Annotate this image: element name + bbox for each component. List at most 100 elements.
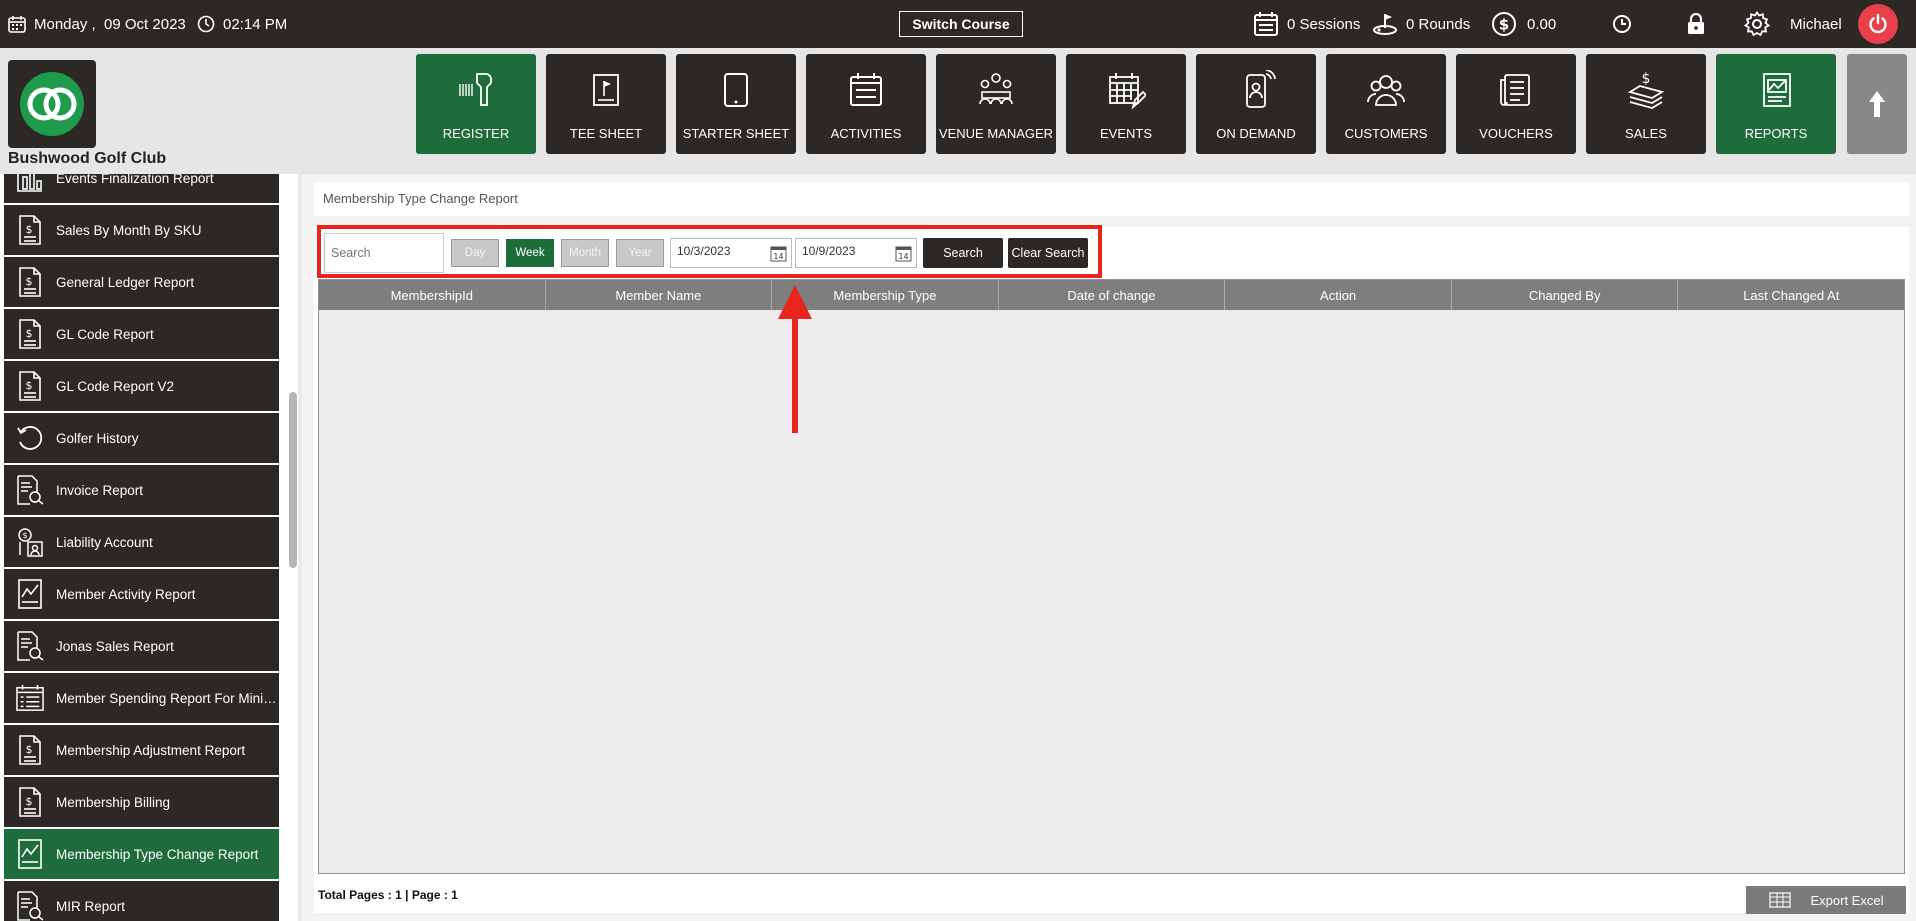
column-header-member-name[interactable]: Member Name xyxy=(546,280,773,310)
money-stack-icon: $ xyxy=(1626,70,1666,110)
sidebar-item-gl-code-report-v2[interactable]: $ GL Code Report V2 xyxy=(4,361,279,411)
nav-reports[interactable]: REPORTS xyxy=(1716,54,1836,154)
nav-label: CUSTOMERS xyxy=(1344,126,1428,141)
rounds-indicator[interactable]: 0 Rounds xyxy=(1372,0,1470,48)
balance-indicator[interactable]: $ 0.00 xyxy=(1491,0,1556,48)
svg-text:$: $ xyxy=(26,795,33,808)
users-icon xyxy=(1366,70,1406,110)
svg-text:$: $ xyxy=(26,223,33,236)
nav-label: ACTIVITIES xyxy=(830,126,902,141)
sidebar-item-label: Membership Type Change Report xyxy=(56,846,259,862)
column-header-date-of-change[interactable]: Date of change xyxy=(999,280,1226,310)
sidebar-item-membership-billing[interactable]: $ Membership Billing xyxy=(4,777,279,827)
svg-text:$: $ xyxy=(26,379,33,392)
invoice-search-icon xyxy=(16,475,44,505)
time-display: 02:14 PM xyxy=(197,0,287,48)
settings-button[interactable] xyxy=(1744,0,1778,48)
date-text: Monday , 09 Oct 2023 xyxy=(34,15,186,33)
nav-customers[interactable]: CUSTOMERS xyxy=(1326,54,1446,154)
top-bar: Monday , 09 Oct 2023 02:14 PM Switch Cou… xyxy=(0,0,1916,48)
dollar-doc-icon: $ xyxy=(16,371,44,401)
sessions-calendar-icon xyxy=(1254,12,1278,36)
column-header-changed-by[interactable]: Changed By xyxy=(1452,280,1679,310)
clock-icon xyxy=(197,15,215,33)
sidebar-item-sales-by-month-by-sku[interactable]: $ Sales By Month By SKU xyxy=(4,205,279,255)
user-name[interactable]: Michael xyxy=(1790,0,1842,48)
sessions-text: 0 Sessions xyxy=(1287,15,1361,33)
sessions-indicator[interactable]: 0 Sessions xyxy=(1253,0,1360,48)
nav-vouchers[interactable]: VOUCHERS xyxy=(1456,54,1576,154)
history-clock-button[interactable] xyxy=(1612,0,1640,48)
dollar-doc-icon: $ xyxy=(16,319,44,349)
report-title: Membership Type Change Report xyxy=(314,182,1909,216)
calendar-edit-icon xyxy=(1106,70,1146,110)
nav-activities[interactable]: ACTIVITIES xyxy=(806,54,926,154)
sidebar-item-member-spending-report-for-minim[interactable]: Member Spending Report For Minim... xyxy=(4,673,279,723)
nav-label: SALES xyxy=(1625,126,1667,141)
clock-icon xyxy=(1613,15,1631,33)
club-name: Bushwood Golf Club xyxy=(8,150,167,167)
sidebar-scroll-thumb[interactable] xyxy=(289,392,297,568)
scroll-up-button[interactable] xyxy=(1847,54,1907,154)
sidebar-item-membership-adjustment-report[interactable]: $ Membership Adjustment Report xyxy=(4,725,279,775)
sidebar-item-jonas-sales-report[interactable]: Jonas Sales Report xyxy=(4,621,279,671)
time-text: 02:14 PM xyxy=(223,15,288,33)
table-header: MembershipId Member Name Membership Type Da… xyxy=(319,280,1904,310)
golf-flag-icon xyxy=(1373,14,1397,35)
nav-events[interactable]: EVENTS xyxy=(1066,54,1186,154)
sidebar-item-member-activity-report[interactable]: Member Activity Report xyxy=(4,569,279,619)
export-excel-button[interactable]: Export Excel xyxy=(1746,886,1906,914)
dollar-doc-icon: $ xyxy=(16,215,44,245)
balance-text: 0.00 xyxy=(1527,15,1557,33)
column-header-membershipid[interactable]: MembershipId xyxy=(319,280,546,310)
nav-on-demand[interactable]: ON DEMAND xyxy=(1196,54,1316,154)
sidebar-item-membership-type-change-report[interactable]: Membership Type Change Report xyxy=(4,829,279,879)
nav-sales[interactable]: $ SALES xyxy=(1586,54,1706,154)
sidebar-item-events-finalization-report[interactable]: Events Finalization Report xyxy=(4,174,279,203)
reports-sidebar: Events Finalization Report $ Sales By Mont… xyxy=(0,174,298,921)
annotation-arrow xyxy=(778,285,812,433)
switch-course-button[interactable]: Switch Course xyxy=(899,11,1023,37)
invoice-search-icon xyxy=(16,891,44,921)
sidebar-item-label: Liability Account xyxy=(56,534,153,550)
column-header-last-changed-at[interactable]: Last Changed At xyxy=(1678,280,1904,310)
sidebar-item-label: Invoice Report xyxy=(56,482,144,498)
activity-chart-icon xyxy=(16,579,44,609)
sidebar-item-label: General Ledger Report xyxy=(56,274,195,290)
sidebar-item-label: Membership Billing xyxy=(56,794,171,810)
lock-icon xyxy=(1688,13,1704,34)
logout-button[interactable] xyxy=(1858,4,1898,44)
invoice-search-icon xyxy=(16,631,44,661)
sidebar-item-label: GL Code Report xyxy=(56,326,154,342)
svg-text:$: $ xyxy=(22,531,27,540)
nav-tee-sheet[interactable]: TEE SHEET xyxy=(546,54,666,154)
sidebar-item-liability-account[interactable]: $ Liability Account xyxy=(4,517,279,567)
report-table: MembershipId Member Name Membership Type Da… xyxy=(318,279,1905,874)
rounds-text: 0 Rounds xyxy=(1406,15,1471,33)
column-header-action[interactable]: Action xyxy=(1225,280,1452,310)
logo-icon xyxy=(20,72,84,136)
svg-text:$: $ xyxy=(26,275,33,288)
nav-starter-sheet[interactable]: STARTER SHEET xyxy=(676,54,796,154)
sidebar-item-mir-report[interactable]: MIR Report xyxy=(4,881,279,921)
list-doc-icon xyxy=(16,683,44,713)
club-logo[interactable] xyxy=(8,60,96,148)
sidebar-item-invoice-report[interactable]: Invoice Report xyxy=(4,465,279,515)
nav-venue-manager[interactable]: VENUE MANAGER xyxy=(936,54,1056,154)
sidebar-item-label: Golfer History xyxy=(56,430,139,446)
sidebar-item-label: Member Spending Report For Minim... xyxy=(56,690,278,706)
date-display: Monday , 09 Oct 2023 xyxy=(8,0,186,48)
history-icon xyxy=(16,423,44,453)
svg-text:$: $ xyxy=(1642,71,1651,87)
nav-register[interactable]: REGISTER xyxy=(416,54,536,154)
nav-label: REGISTER xyxy=(442,126,510,141)
dollar-doc-icon: $ xyxy=(16,267,44,297)
sidebar-item-golfer-history[interactable]: Golfer History xyxy=(4,413,279,463)
sidebar-item-gl-code-report[interactable]: $ GL Code Report xyxy=(4,309,279,359)
meeting-icon xyxy=(976,70,1016,110)
dollar-doc-icon: $ xyxy=(16,735,44,765)
sidebar-item-general-ledger-report[interactable]: $ General Ledger Report xyxy=(4,257,279,307)
svg-text:$: $ xyxy=(26,327,33,340)
lock-button[interactable] xyxy=(1687,0,1713,48)
report-chart-icon xyxy=(1756,70,1796,110)
